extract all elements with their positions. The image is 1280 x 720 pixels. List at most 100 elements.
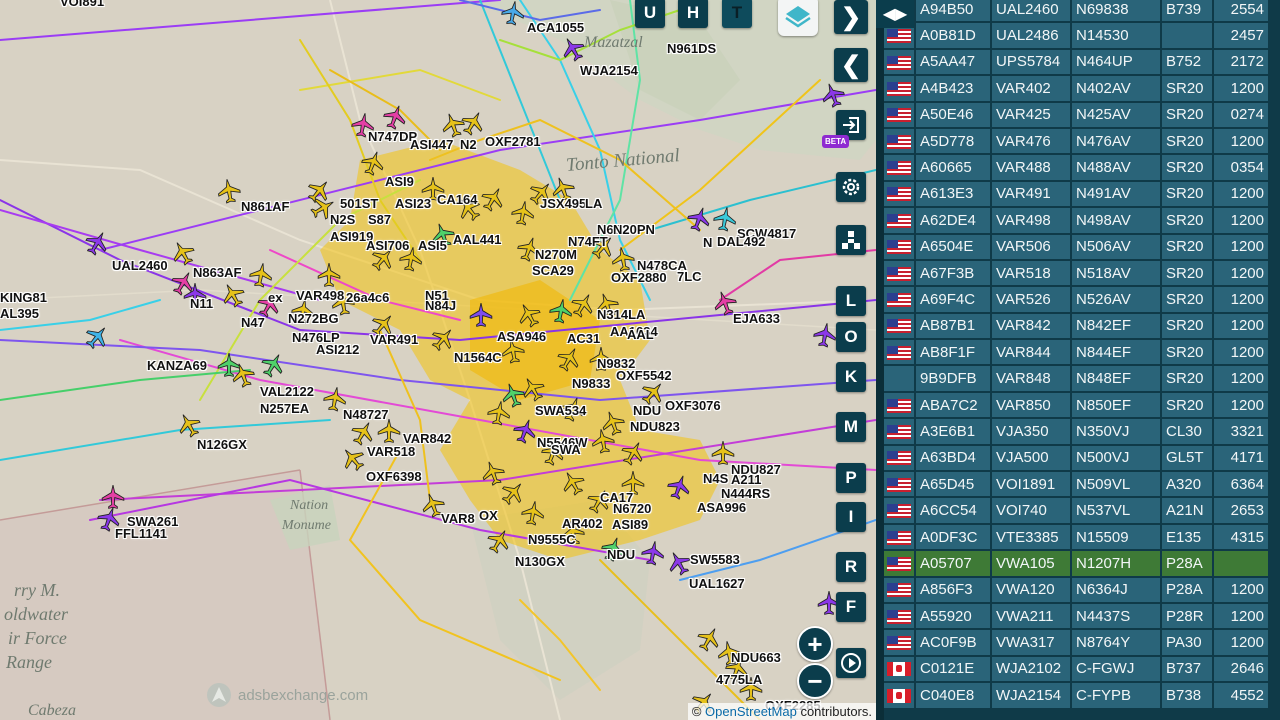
- aircraft-callsign-label[interactable]: ASI212: [316, 342, 359, 357]
- aircraft-callsign-label[interactable]: VOI891: [60, 0, 104, 9]
- aircraft-callsign-label[interactable]: OX: [479, 508, 498, 523]
- aircraft-callsign-label[interactable]: 501ST: [340, 196, 378, 211]
- table-row[interactable]: C040E8 WJA2154 C-FYPB B738 4552: [884, 683, 1268, 708]
- aircraft-callsign-label[interactable]: ex: [268, 290, 282, 305]
- aircraft-callsign-label[interactable]: N444RS: [721, 486, 770, 501]
- aircraft-icon[interactable]: [484, 398, 514, 428]
- aircraft-callsign-label[interactable]: VAR498: [296, 288, 344, 303]
- aircraft-callsign-label[interactable]: JSX495: [540, 196, 586, 211]
- aircraft-callsign-label[interactable]: ASI23: [395, 196, 431, 211]
- table-row[interactable]: A856F3 VWA120 N6364J P28A 1200: [884, 577, 1268, 602]
- aircraft-icon[interactable]: [316, 262, 342, 288]
- layers-button[interactable]: [778, 0, 818, 36]
- toggle-r-button[interactable]: R: [836, 552, 866, 582]
- panel-toggle-button[interactable]: ◀▶: [876, 0, 914, 28]
- aircraft-callsign-label[interactable]: N20PN: [613, 222, 655, 237]
- aircraft-icon[interactable]: [468, 302, 494, 328]
- aircraft-callsign-label[interactable]: ACA1055: [527, 20, 584, 35]
- aircraft-callsign-label[interactable]: N11: [190, 296, 213, 311]
- aircraft-callsign-label[interactable]: N9555C: [528, 532, 576, 547]
- table-row[interactable]: A6CC54 VOI740 N537VL A21N 2653: [884, 498, 1268, 523]
- table-row[interactable]: A55920 VWA211 N4437S P28R 1200: [884, 603, 1268, 629]
- aircraft-callsign-label[interactable]: VAL2122: [260, 384, 314, 399]
- aircraft-callsign-label[interactable]: N: [703, 235, 712, 250]
- aircraft-callsign-label[interactable]: N9833: [572, 376, 610, 391]
- aircraft-callsign-label[interactable]: CA17: [600, 490, 633, 505]
- aircraft-callsign-label[interactable]: 26a4c6: [346, 290, 389, 305]
- table-row[interactable]: A65D45 VOI1891 N509VL A320 6364: [884, 472, 1268, 497]
- aircraft-callsign-label[interactable]: SCA29: [532, 263, 574, 278]
- table-row[interactable]: A613E3 VAR491 N491AV SR20 1200: [884, 181, 1268, 207]
- aircraft-callsign-label[interactable]: AL395: [0, 306, 39, 321]
- aircraft-callsign-label[interactable]: N314LA: [597, 307, 645, 322]
- settings-button[interactable]: [836, 172, 866, 202]
- aircraft-callsign-label[interactable]: N84J: [425, 298, 456, 313]
- filter-button[interactable]: [836, 225, 866, 255]
- aircraft-callsign-label[interactable]: N2S: [330, 212, 355, 227]
- aircraft-callsign-label[interactable]: KING81: [0, 290, 47, 305]
- aircraft-callsign-label[interactable]: N1564C: [454, 350, 502, 365]
- aircraft-callsign-label[interactable]: N961DS: [667, 41, 716, 56]
- aircraft-callsign-label[interactable]: N257EA: [260, 401, 309, 416]
- toggle-o-button[interactable]: O: [836, 322, 866, 352]
- table-row[interactable]: A0B81D UAL2486 N14530 2457: [884, 23, 1268, 48]
- map-view[interactable]: Tonto National Mazatzal rry M. oldwater …: [0, 0, 876, 720]
- zoom-in-button[interactable]: +: [797, 626, 833, 662]
- zoom-out-button[interactable]: −: [797, 663, 833, 699]
- aircraft-callsign-label[interactable]: N126GX: [197, 437, 247, 452]
- aircraft-callsign-label[interactable]: ASI89: [612, 517, 648, 532]
- aircraft-icon[interactable]: [518, 498, 548, 528]
- table-row[interactable]: A62DE4 VAR498 N498AV SR20 1200: [884, 208, 1268, 233]
- table-row[interactable]: A69F4C VAR526 N526AV SR20 1200: [884, 287, 1268, 312]
- aircraft-callsign-label[interactable]: FFL1141: [115, 526, 167, 541]
- aircraft-callsign-label[interactable]: DAL492: [717, 234, 765, 249]
- table-row[interactable]: AB8F1F VAR844 N844EF SR20 1200: [884, 340, 1268, 365]
- aircraft-callsign-label[interactable]: N2: [460, 137, 477, 152]
- aircraft-callsign-label[interactable]: AR402: [562, 516, 602, 531]
- table-row[interactable]: A50E46 VAR425 N425AV SR20 0274: [884, 102, 1268, 127]
- aircraft-callsign-label[interactable]: N270M: [535, 247, 577, 262]
- aircraft-icon[interactable]: [498, 0, 528, 28]
- table-row[interactable]: A60665 VAR488 N488AV SR20 0354: [884, 155, 1268, 180]
- aircraft-icon[interactable]: [246, 260, 276, 290]
- aircraft-callsign-label[interactable]: N47: [241, 315, 265, 330]
- table-row[interactable]: A67F3B VAR518 N518AV SR20 1200: [884, 260, 1268, 286]
- toggle-m-button[interactable]: M: [836, 412, 866, 442]
- aircraft-callsign-label[interactable]: ASI447: [410, 137, 453, 152]
- aircraft-callsign-label[interactable]: SW5583: [690, 552, 740, 567]
- table-row[interactable]: A5AA47 UPS5784 N464UP B752 2172: [884, 49, 1268, 75]
- table-row[interactable]: A0DF3C VTE3385 N15509 E135 4315: [884, 524, 1268, 550]
- table-row[interactable]: A6504E VAR506 N506AV SR20 1200: [884, 234, 1268, 259]
- aircraft-callsign-label[interactable]: AAL441: [453, 232, 501, 247]
- toggle-f-button[interactable]: F: [836, 592, 866, 622]
- table-row[interactable]: A05707 VWA105 N1207H P28A: [884, 551, 1268, 576]
- table-row[interactable]: A63BD4 VJA500 N500VJ GL5T 4171: [884, 445, 1268, 471]
- aircraft-callsign-label[interactable]: S87: [368, 212, 391, 227]
- aircraft-callsign-label[interactable]: 7LC: [677, 269, 702, 284]
- map-canvas[interactable]: [0, 0, 876, 720]
- toggle-i-button[interactable]: I: [836, 502, 866, 532]
- aircraft-callsign-label[interactable]: NDU: [633, 403, 661, 418]
- table-row[interactable]: 9B9DFB VAR848 N848EF SR20 1200: [884, 366, 1268, 391]
- aircraft-callsign-label[interactable]: 4775LA: [716, 672, 762, 687]
- toggle-l-button[interactable]: L: [836, 286, 866, 316]
- table-row[interactable]: A94B50 UAL2460 N69838 B739 2554: [884, 0, 1268, 22]
- aircraft-callsign-label[interactable]: CA164: [437, 192, 477, 207]
- aircraft-callsign-label[interactable]: N48727: [343, 407, 389, 422]
- aircraft-callsign-label[interactable]: SWA534: [535, 403, 586, 418]
- aircraft-icon[interactable]: [710, 204, 740, 234]
- aircraft-callsign-label[interactable]: ASI9: [385, 174, 414, 189]
- aircraft-callsign-label[interactable]: KANZA69: [147, 358, 207, 373]
- aircraft-callsign-label[interactable]: N272BG: [288, 311, 339, 326]
- aircraft-callsign-label[interactable]: OXF6398: [366, 469, 422, 484]
- aircraft-callsign-label[interactable]: UAL1627: [689, 576, 745, 591]
- aircraft-callsign-label[interactable]: LA: [585, 196, 602, 211]
- toggle-k-button[interactable]: K: [836, 362, 866, 392]
- forward-button[interactable]: ❯: [834, 0, 868, 34]
- aircraft-callsign-label[interactable]: N861AF: [241, 199, 289, 214]
- aircraft-list-panel[interactable]: A94B50 UAL2460 N69838 B739 2554 A0B81D UAL2486…: [884, 0, 1280, 720]
- aircraft-icon[interactable]: [214, 176, 244, 206]
- table-row[interactable]: ABA7C2 VAR850 N850EF SR20 1200: [884, 392, 1268, 418]
- aircraft-callsign-label[interactable]: OXF3076: [665, 398, 721, 413]
- table-row[interactable]: A5D778 VAR476 N476AV SR20 1200: [884, 128, 1268, 154]
